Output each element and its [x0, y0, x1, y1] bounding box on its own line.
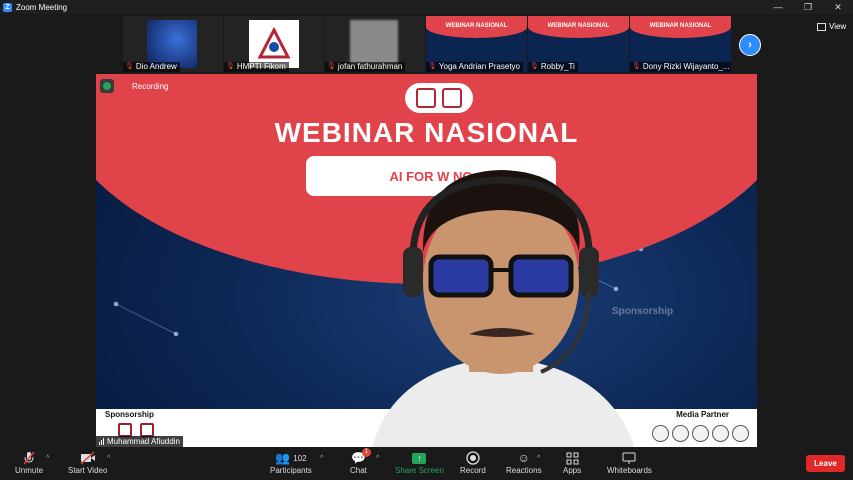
- window-title: Zoom Meeting: [16, 2, 68, 12]
- logo-icon: [118, 423, 132, 437]
- share-screen-label: Share Screen: [395, 466, 444, 475]
- start-video-label: Start Video: [68, 466, 108, 475]
- record-dot-icon: [119, 82, 127, 90]
- main-video: WEBINAR NASIONAL AI FOR W NG Sponsorship…: [96, 74, 757, 447]
- logo-icon: [140, 423, 154, 437]
- participant-tile[interactable]: WEBINAR NASIONAL 🎙 Robby_Ti: [528, 16, 629, 72]
- grid-view-icon: [817, 22, 826, 31]
- chat-badge: 1: [361, 448, 371, 457]
- view-label: View: [829, 22, 847, 31]
- smiley-icon: ☺: [517, 451, 530, 465]
- media-partner-label: Media Partner: [676, 410, 729, 419]
- speaker-name-tag: Muhammad Afiuddin: [96, 436, 183, 447]
- hmpti-logo-icon: [257, 27, 291, 59]
- apps-icon: [566, 450, 579, 466]
- participant-tile[interactable]: WEBINAR NASIONAL 🎙 Dony Rizki Wijayanto_.…: [630, 16, 731, 72]
- participant-name: jofan fathurahman: [337, 62, 403, 71]
- participant-name: Dio Andrew: [135, 62, 177, 71]
- slide-logos: [405, 83, 473, 113]
- logo-icon: [442, 88, 462, 108]
- participant-tile[interactable]: WEBINAR NASIONAL 🎙 Yoga Andrian Prasetyo: [426, 16, 527, 72]
- apps-button[interactable]: Apps: [563, 450, 581, 475]
- participant-name: Yoga Andrian Prasetyo: [438, 62, 520, 71]
- sponsorship-label: Sponsorship: [105, 410, 154, 419]
- view-button[interactable]: View: [817, 22, 846, 31]
- logo-icon: [672, 425, 689, 442]
- whiteboards-label: Whiteboards: [607, 466, 652, 475]
- logo-icon: [416, 88, 436, 108]
- muted-mic-icon: 🎙: [530, 63, 539, 70]
- recording-label: Recording: [132, 81, 169, 91]
- slide-title: WEBINAR NASIONAL: [274, 117, 579, 148]
- logo-icon: [652, 425, 669, 442]
- record-icon: [466, 450, 480, 466]
- thumb-slide-title: WEBINAR NASIONAL: [547, 23, 610, 29]
- video-off-icon: [80, 450, 96, 466]
- window-controls: — ❐ ✕: [763, 0, 853, 14]
- chevron-up-icon[interactable]: ^: [376, 455, 379, 462]
- thumb-slide-title: WEBINAR NASIONAL: [445, 23, 508, 29]
- shield-icon[interactable]: [100, 79, 114, 93]
- apps-label: Apps: [563, 466, 582, 475]
- share-screen-button[interactable]: ↑ Share Screen: [395, 450, 444, 475]
- chevron-up-icon[interactable]: ^: [320, 455, 323, 462]
- minimize-icon[interactable]: —: [763, 0, 793, 14]
- logo-icon: [712, 425, 729, 442]
- thumb-slide-title: WEBINAR NASIONAL: [649, 23, 712, 29]
- leave-button[interactable]: Leave: [806, 455, 845, 472]
- muted-mic-icon: 🎙: [226, 63, 235, 70]
- participant-name: Robby_Ti: [540, 62, 575, 71]
- muted-mic-icon: 🎙: [327, 63, 336, 70]
- speaker-name: Muhammad Afiuddin: [107, 437, 180, 446]
- participant-avatar: [147, 20, 197, 68]
- participant-tile[interactable]: 🎙 Dio Andrew: [123, 16, 223, 72]
- reactions-button[interactable]: ☺ Reactions: [506, 450, 542, 475]
- mic-muted-icon: [22, 450, 36, 466]
- participants-icon: 👥: [275, 451, 291, 465]
- participant-tile[interactable]: 🎙 jofan fathurahman: [325, 16, 425, 72]
- next-page-button[interactable]: ›: [739, 34, 761, 56]
- chevron-up-icon[interactable]: ^: [46, 455, 49, 462]
- whiteboard-icon: [622, 450, 636, 466]
- unmute-button[interactable]: Unmute: [15, 450, 43, 475]
- recording-indicator: Recording: [100, 79, 168, 93]
- title-bar: Z Zoom Meeting — ❐ ✕: [0, 0, 853, 14]
- participant-name: HMPTI Fikom: [236, 62, 286, 71]
- muted-mic-icon: 🎙: [632, 63, 641, 70]
- chevron-up-icon[interactable]: ^: [107, 455, 110, 462]
- maximize-icon[interactable]: ❐: [793, 0, 823, 14]
- share-screen-icon: ↑: [412, 450, 427, 466]
- logo-icon: [732, 425, 749, 442]
- record-button[interactable]: Record: [460, 450, 486, 475]
- whiteboards-button[interactable]: Whiteboards: [607, 450, 652, 475]
- logo-icon: [692, 425, 709, 442]
- chevron-up-icon[interactable]: ^: [537, 455, 540, 462]
- sponsor-logos: [118, 423, 154, 437]
- participant-avatar: [350, 20, 398, 64]
- record-label: Record: [460, 466, 486, 475]
- participants-button[interactable]: 👥 102 Participants: [270, 450, 312, 475]
- participants-count: 102: [293, 453, 307, 463]
- media-partner-logos: [652, 425, 749, 442]
- chat-button[interactable]: 💬 1 Chat: [350, 448, 371, 475]
- chevron-right-icon: ›: [748, 39, 752, 51]
- muted-mic-icon: 🎙: [125, 63, 134, 70]
- muted-mic-icon: 🎙: [428, 63, 437, 70]
- speaker-video: [372, 170, 635, 447]
- participant-tile[interactable]: 🎙 HMPTI Fikom: [224, 16, 324, 72]
- unmute-label: Unmute: [15, 466, 44, 475]
- close-icon[interactable]: ✕: [823, 0, 853, 14]
- participants-label: Participants: [270, 466, 312, 475]
- start-video-button[interactable]: Start Video: [68, 450, 107, 475]
- reactions-label: Reactions: [506, 466, 542, 475]
- signal-bars-icon: [99, 438, 104, 445]
- zoom-logo-icon: Z: [3, 2, 12, 12]
- participant-name: Dony Rizki Wijayanto_...: [642, 62, 730, 71]
- chat-label: Chat: [350, 466, 367, 475]
- participant-avatar: [249, 20, 299, 68]
